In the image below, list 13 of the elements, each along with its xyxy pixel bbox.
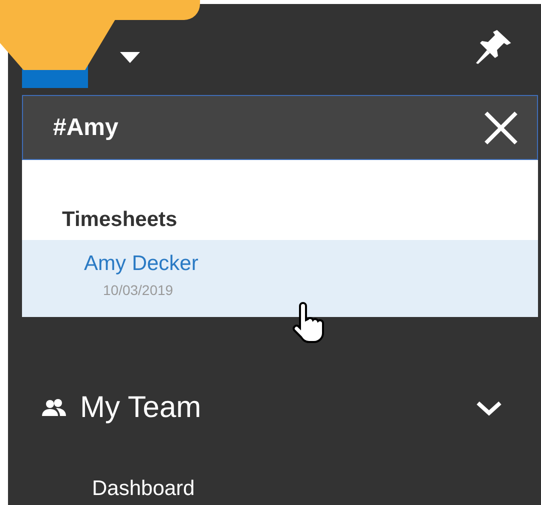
search-result[interactable]: Amy Decker 10/03/2019: [22, 240, 538, 317]
nav-subitem[interactable]: Dashboard: [92, 477, 195, 501]
hand-cursor-icon: [290, 302, 324, 344]
result-group-heading: Timesheets: [61, 208, 178, 233]
caret-icon[interactable]: [120, 52, 140, 64]
result-name: Amy Decker: [84, 252, 198, 276]
chevron-icon[interactable]: [475, 400, 503, 416]
nav-item[interactable]: My Team: [80, 391, 475, 425]
close-icon[interactable]: [483, 110, 519, 146]
result-date: 10/03/2019: [103, 282, 174, 298]
search-field[interactable]: #Amy: [22, 95, 538, 160]
search-input[interactable]: #Amy: [53, 114, 483, 142]
people-icon: [42, 398, 66, 418]
